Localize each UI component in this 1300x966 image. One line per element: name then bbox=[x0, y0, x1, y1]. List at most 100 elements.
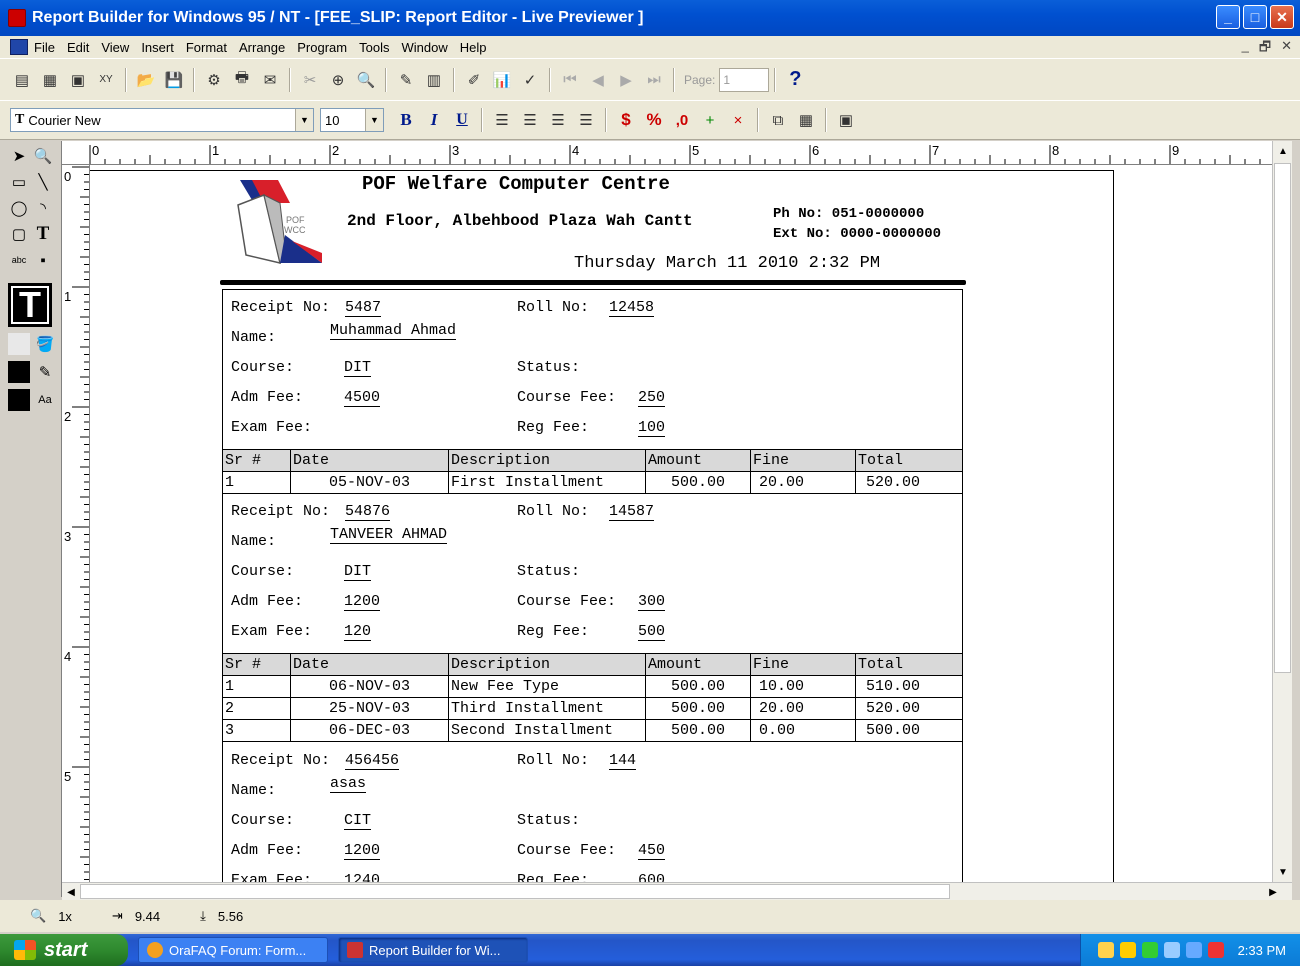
horizontal-scrollbar[interactable]: ◀ ▶ bbox=[62, 882, 1292, 900]
data-model-icon[interactable]: ▤ bbox=[10, 68, 34, 92]
font-select[interactable]: T Courier New ▼ bbox=[10, 108, 314, 132]
page-input[interactable]: 1 bbox=[719, 67, 770, 92]
menu-arrange[interactable]: Arrange bbox=[233, 40, 291, 55]
underline-button[interactable]: U bbox=[450, 108, 474, 132]
xy-icon[interactable]: XY bbox=[94, 68, 118, 92]
chart-wizard-icon[interactable]: 📊 bbox=[490, 68, 514, 92]
field-tool-icon[interactable]: abc bbox=[8, 249, 30, 271]
layout-icon[interactable]: ▦ bbox=[38, 68, 62, 92]
first-page-icon[interactable]: ⏮ bbox=[558, 68, 582, 92]
mdi-minimize-button[interactable]: _ bbox=[1242, 38, 1249, 60]
text-color-swatch[interactable] bbox=[8, 389, 30, 411]
menu-format[interactable]: Format bbox=[180, 40, 233, 55]
zoom-in-icon[interactable]: ⊕ bbox=[326, 68, 350, 92]
align-right-icon[interactable]: ☰ bbox=[546, 108, 570, 132]
report-wizard-icon[interactable]: ✎ bbox=[394, 68, 418, 92]
magnify-icon[interactable]: 🔍 bbox=[32, 145, 54, 167]
fill-color-swatch[interactable] bbox=[8, 333, 30, 355]
display-icon[interactable] bbox=[1185, 942, 1202, 958]
font-size-select[interactable]: 10 ▼ bbox=[320, 108, 384, 132]
minimize-button[interactable]: _ bbox=[1216, 5, 1240, 29]
separator bbox=[193, 67, 195, 92]
prev-page-icon[interactable]: ◀ bbox=[586, 68, 610, 92]
next-page-icon[interactable]: ▶ bbox=[614, 68, 638, 92]
menu-window[interactable]: Window bbox=[395, 40, 453, 55]
taskbar-item-firefox[interactable]: OraFAQ Forum: Form... bbox=[138, 937, 328, 963]
horizontal-position-icon: ⇥ bbox=[111, 908, 123, 923]
align-left-icon[interactable]: ☰ bbox=[490, 108, 514, 132]
adm-fee-value: 1200 bbox=[344, 593, 381, 611]
system-tray: 2:33 PM bbox=[1080, 934, 1300, 966]
data-wizard-icon[interactable]: ▥ bbox=[422, 68, 446, 92]
cut-icon[interactable]: ✂ bbox=[298, 68, 322, 92]
scroll-thumb[interactable] bbox=[1274, 163, 1291, 673]
text-tool-icon[interactable]: T bbox=[32, 223, 54, 245]
mail-icon[interactable]: ✉ bbox=[258, 68, 282, 92]
text-color-icon[interactable]: Aa bbox=[34, 389, 56, 411]
mdi-close-button[interactable]: ✕ bbox=[1281, 38, 1292, 60]
open-icon[interactable]: 📂 bbox=[134, 68, 158, 92]
print-icon[interactable]: 🖶 bbox=[230, 68, 254, 92]
network-icon[interactable] bbox=[1097, 942, 1114, 958]
edit-icon[interactable]: ✐ bbox=[462, 68, 486, 92]
app-tray-icon[interactable] bbox=[1141, 942, 1158, 958]
menu-insert[interactable]: Insert bbox=[135, 40, 180, 55]
menu-view[interactable]: View bbox=[95, 40, 135, 55]
currency-button[interactable]: $ bbox=[614, 108, 638, 132]
line-tool-icon[interactable]: ╲ bbox=[32, 171, 54, 193]
web-wizard-icon[interactable]: ✓ bbox=[518, 68, 542, 92]
vertical-scrollbar[interactable]: ▲ ▼ bbox=[1272, 141, 1292, 882]
line-color-swatch[interactable] bbox=[8, 361, 30, 383]
save-icon[interactable]: 💾 bbox=[162, 68, 186, 92]
start-button[interactable]: start bbox=[0, 934, 128, 966]
report-canvas[interactable]: POF WCC POF Welfare Computer Centre 2nd … bbox=[90, 165, 1272, 882]
last-page-icon[interactable]: ⏭ bbox=[642, 68, 666, 92]
ellipse-tool-icon[interactable]: ◯ bbox=[8, 197, 30, 219]
messenger-icon[interactable] bbox=[1163, 942, 1180, 958]
scroll-right-icon[interactable]: ▶ bbox=[1264, 883, 1282, 901]
bold-button[interactable]: B bbox=[394, 108, 418, 132]
arc-tool-icon[interactable]: ◝ bbox=[32, 197, 54, 219]
scroll-up-icon[interactable]: ▲ bbox=[1273, 141, 1293, 161]
menu-file[interactable]: File bbox=[28, 40, 61, 55]
rounded-rect-tool-icon[interactable]: ▢ bbox=[8, 223, 30, 245]
align-center-icon[interactable]: ☰ bbox=[518, 108, 542, 132]
properties-icon[interactable]: ▦ bbox=[794, 108, 818, 132]
taskbar-item-report-builder[interactable]: Report Builder for Wi... bbox=[338, 937, 528, 963]
menu-tools[interactable]: Tools bbox=[353, 40, 395, 55]
select-arrow-icon[interactable]: ➤ bbox=[8, 145, 30, 167]
maximize-button[interactable]: □ bbox=[1243, 5, 1267, 29]
percent-button[interactable]: % bbox=[642, 108, 666, 132]
remove-decimal-icon[interactable]: × bbox=[726, 108, 750, 132]
menu-help[interactable]: Help bbox=[454, 40, 493, 55]
acrobat-icon[interactable] bbox=[1207, 942, 1224, 958]
scroll-thumb[interactable] bbox=[80, 884, 950, 899]
layout-view-icon[interactable]: ▣ bbox=[834, 108, 858, 132]
mdi-restore-button[interactable]: 🗗 bbox=[1259, 38, 1271, 60]
comma-button[interactable]: ,0 bbox=[670, 108, 694, 132]
chart-tool-icon[interactable]: ▪ bbox=[32, 249, 54, 271]
italic-button[interactable]: I bbox=[422, 108, 446, 132]
rectangle-tool-icon[interactable]: ▭ bbox=[8, 171, 30, 193]
scroll-down-icon[interactable]: ▼ bbox=[1273, 862, 1293, 882]
menu-program[interactable]: Program bbox=[291, 40, 353, 55]
run-icon[interactable]: ⚙ bbox=[202, 68, 226, 92]
parameter-form-icon[interactable]: ▣ bbox=[66, 68, 90, 92]
chevron-down-icon[interactable]: ▼ bbox=[295, 109, 313, 131]
chevron-down-icon[interactable]: ▼ bbox=[365, 109, 383, 131]
scroll-left-icon[interactable]: ◀ bbox=[62, 883, 80, 901]
help-button[interactable]: ? bbox=[783, 68, 807, 92]
close-button[interactable]: ✕ bbox=[1270, 5, 1294, 29]
course-label: Course: bbox=[231, 359, 295, 376]
line-color-icon[interactable]: ✎ bbox=[34, 361, 56, 383]
cell: 06-NOV-03 bbox=[290, 675, 449, 698]
zoom-out-icon[interactable]: 🔍 bbox=[354, 68, 378, 92]
frame-icon[interactable]: ⧉ bbox=[766, 108, 790, 132]
shield-icon[interactable] bbox=[1119, 942, 1136, 958]
receipt-frame bbox=[222, 289, 963, 882]
document-icon[interactable] bbox=[10, 39, 28, 55]
justify-icon[interactable]: ☰ bbox=[574, 108, 598, 132]
menu-edit[interactable]: Edit bbox=[61, 40, 95, 55]
add-decimal-icon[interactable]: + bbox=[698, 108, 722, 132]
fill-color-icon[interactable]: 🪣 bbox=[34, 333, 56, 355]
